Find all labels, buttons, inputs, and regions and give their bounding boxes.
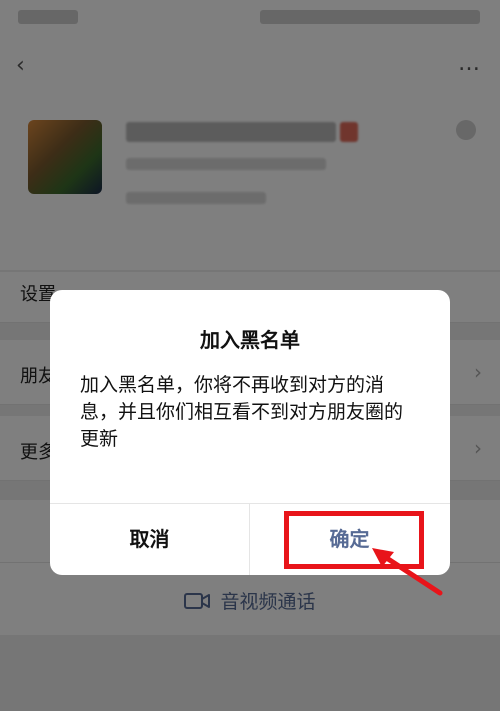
cancel-button[interactable]: 取消: [50, 504, 249, 575]
dialog-title: 加入黑名单: [200, 328, 300, 352]
dialog-message: 加入黑名单，你将不再收到对方的消息，并且你们相互看不到对方朋友圈的更新: [80, 374, 404, 450]
annotation-arrow-icon: [372, 548, 443, 596]
